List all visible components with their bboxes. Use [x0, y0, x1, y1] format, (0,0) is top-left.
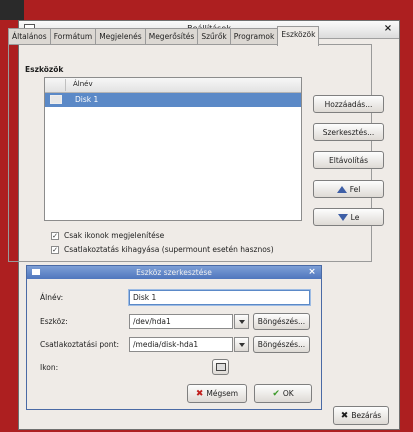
chevron-down-icon: [238, 342, 245, 347]
move-up-button[interactable]: Fel: [313, 180, 384, 198]
add-button[interactable]: Hozzáadás...: [313, 95, 384, 113]
remove-button-label: Eltávolítás: [329, 155, 368, 165]
device-combo[interactable]: /dev/hda1: [129, 314, 233, 329]
move-up-label: Fel: [349, 184, 361, 194]
mount-point-label: Csatlakoztatási pont:: [40, 340, 119, 349]
tab-confirmation[interactable]: Megerősítés: [144, 28, 199, 45]
edit-button[interactable]: Szerkesztés...: [313, 123, 384, 141]
list-item[interactable]: Disk 1: [45, 93, 301, 107]
column-header-alias[interactable]: Álnév: [73, 80, 93, 88]
device-label: Eszköz:: [40, 317, 68, 326]
icon-picker-button[interactable]: [212, 359, 229, 375]
close-window-label: Bezárás: [351, 411, 382, 420]
device-combo-arrow[interactable]: [234, 314, 249, 329]
tab-format[interactable]: Formátum: [49, 28, 97, 45]
tab-programs[interactable]: Programok: [229, 28, 279, 45]
move-down-label: Le: [350, 212, 360, 222]
cancel-label: Mégsem: [206, 389, 239, 398]
skip-mount-checkbox[interactable]: ✓: [51, 245, 59, 254]
ok-label: OK: [282, 389, 294, 398]
tab-tools[interactable]: Eszközök: [277, 26, 320, 46]
edit-device-dialog: Eszköz szerkesztése × Álnév: Disk 1 Eszk…: [26, 265, 322, 410]
device-browse-button[interactable]: Böngészés...: [253, 313, 310, 330]
cancel-button[interactable]: ✖ Mégsem: [187, 384, 247, 403]
device-browse-label: Böngészés...: [257, 317, 306, 326]
remove-button[interactable]: Eltávolítás: [313, 151, 384, 169]
chevron-down-icon: [238, 319, 245, 324]
edit-button-label: Szerkesztés...: [322, 127, 375, 137]
tool-list[interactable]: Álnév Disk 1: [44, 77, 302, 221]
close-icon[interactable]: ×: [382, 23, 394, 35]
icons-only-checkbox[interactable]: ✓: [51, 231, 59, 240]
skip-mount-label: Csatlakoztatás kihagyása (supermount ese…: [64, 245, 274, 254]
arrow-up-icon: [336, 185, 347, 193]
section-title: Eszközök: [25, 65, 64, 74]
icons-only-label: Csak ikonok megjelenítése: [64, 231, 165, 240]
alias-input[interactable]: Disk 1: [129, 290, 310, 305]
list-item-label: Disk 1: [75, 95, 99, 104]
mount-point-browse-label: Böngészés...: [257, 340, 306, 349]
dialog-close-icon[interactable]: ×: [307, 267, 317, 277]
ok-check-icon: ✔: [272, 388, 280, 399]
header-divider: [65, 79, 66, 91]
tab-appearance[interactable]: Megjelenés: [95, 28, 146, 45]
dialog-title: Eszköz szerkesztése: [136, 268, 212, 277]
icons-only-option[interactable]: ✓ Csak ikonok megjelenítése: [51, 231, 164, 240]
list-header[interactable]: Álnév: [45, 78, 301, 93]
close-window-button[interactable]: ✖ Bezárás: [333, 406, 389, 425]
mount-point-combo-arrow[interactable]: [234, 337, 249, 352]
cancel-icon: ✖: [195, 388, 204, 399]
dialog-titlebar[interactable]: Eszköz szerkesztése ×: [27, 266, 321, 279]
skip-mount-option[interactable]: ✓ Csatlakoztatás kihagyása (supermount e…: [51, 245, 274, 254]
add-button-label: Hozzáadás...: [324, 99, 373, 109]
mount-point-browse-button[interactable]: Böngészés...: [253, 336, 310, 353]
alias-label: Álnév:: [40, 293, 64, 302]
icon-label: Ikon:: [40, 363, 59, 372]
desktop-corner: [0, 0, 24, 20]
tab-general[interactable]: Általános: [8, 28, 51, 45]
ok-button[interactable]: ✔ OK: [254, 384, 312, 403]
disk-icon: [215, 363, 226, 371]
close-x-icon: ✖: [340, 410, 349, 421]
mount-point-combo[interactable]: /media/disk-hda1: [129, 337, 233, 352]
tab-bar: Általános Formátum Megjelenés Megerősíté…: [8, 26, 320, 46]
arrow-down-icon: [337, 213, 348, 221]
move-down-button[interactable]: Le: [313, 208, 384, 226]
disk-icon: [50, 95, 62, 104]
tab-filters[interactable]: Szűrők: [197, 28, 231, 45]
